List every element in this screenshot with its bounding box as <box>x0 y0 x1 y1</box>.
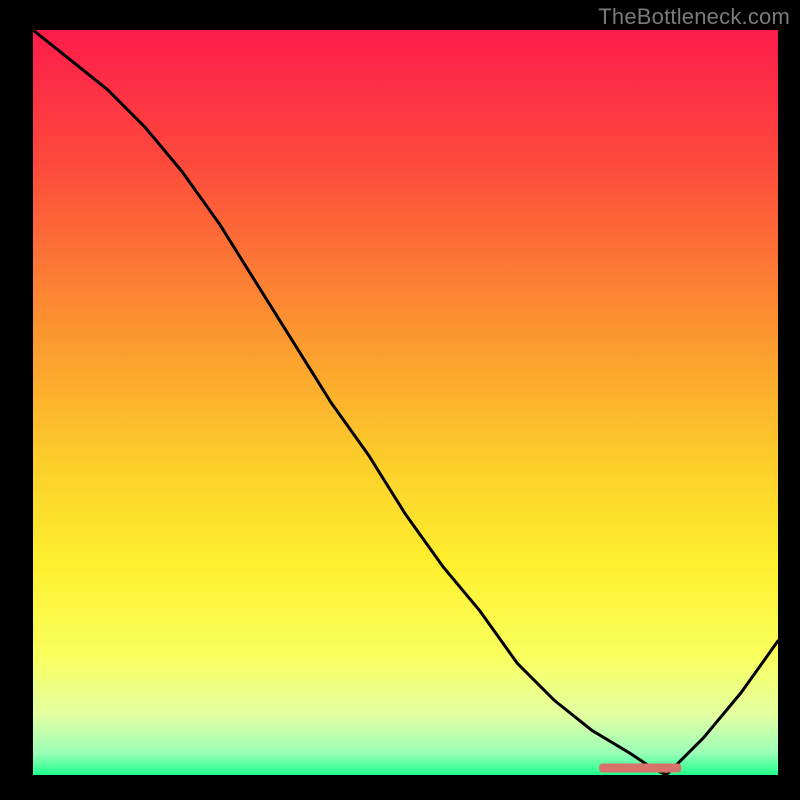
chart-optimal-marker <box>599 764 681 773</box>
chart-gradient-area <box>33 30 778 775</box>
attribution-label: TheBottleneck.com <box>598 4 790 30</box>
bottleneck-chart <box>0 0 800 800</box>
